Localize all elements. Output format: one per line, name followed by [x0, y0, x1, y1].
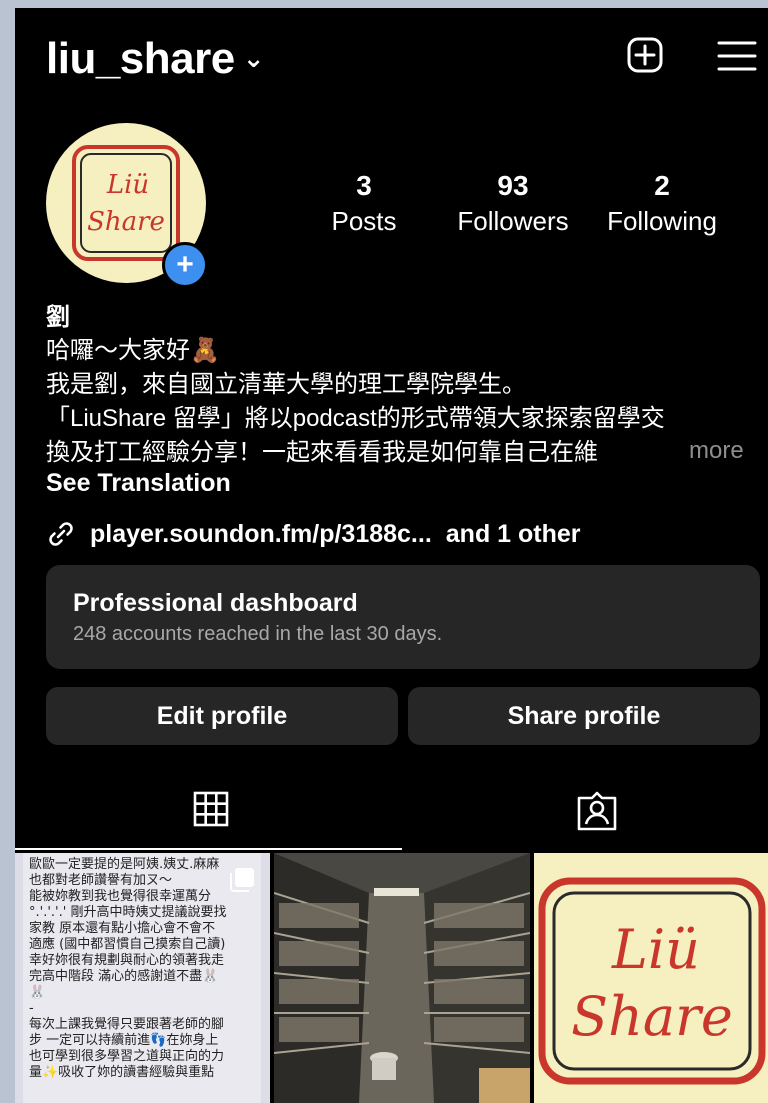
posts-stat[interactable]: 3 Posts: [289, 170, 439, 237]
profile-name: 劉: [46, 304, 70, 331]
professional-dashboard[interactable]: Professional dashboard 248 accounts reac…: [46, 565, 760, 669]
post-thumbnail[interactable]: 歐歐一定要提的是阿姨.姨丈.麻麻 也都對老師讚譽有加ㄡ～ 能被妳教到我也覺得很幸…: [15, 853, 270, 1103]
bio-line: 「LiuShare 留學」將以podcast的形式帶領大家探索留學交: [46, 405, 665, 432]
svg-text:Share: Share: [571, 985, 733, 1048]
plus-square-icon[interactable]: [627, 37, 663, 73]
link-icon: [49, 522, 73, 546]
edit-profile-button[interactable]: Edit profile: [46, 687, 398, 745]
followers-label: Followers: [457, 206, 569, 236]
share-profile-button[interactable]: Share profile: [408, 687, 760, 745]
posts-count: 3: [356, 170, 372, 201]
chevron-down-icon: ⌄: [242, 43, 265, 73]
followers-stat[interactable]: 93 Followers: [438, 170, 588, 237]
following-stat[interactable]: 2 Following: [587, 170, 737, 237]
hamburger-menu-icon[interactable]: [717, 40, 757, 72]
followers-count: 93: [497, 170, 529, 201]
following-count: 2: [654, 170, 670, 201]
bio-more-link[interactable]: more: [689, 437, 744, 465]
svg-text:Liü: Liü: [611, 918, 700, 981]
add-story-button[interactable]: +: [162, 242, 208, 288]
dashboard-subtitle: 248 accounts reached in the last 30 days…: [73, 623, 443, 645]
multiple-posts-icon: [230, 868, 254, 892]
link-extra: and 1 other: [445, 519, 581, 548]
account-switcher[interactable]: liu_share ⌄: [46, 34, 265, 84]
svg-text:Share: Share: [87, 207, 165, 237]
profile-header: liu_share ⌄: [15, 8, 768, 108]
library-photo: [274, 853, 530, 1103]
bio-link[interactable]: player.soundon.fm/p/3188c... and 1 other: [46, 514, 581, 554]
bio-line: 哈囉～大家好🧸: [46, 337, 220, 364]
bio-line: 換及打工經驗分享！一起來看看我是如何靠自己在維: [46, 439, 598, 466]
following-label: Following: [607, 206, 717, 236]
link-url: player.soundon.fm/p/3188c...: [90, 519, 432, 548]
profile-screen: liu_share ⌄ Liü Share + 3 Posts 93 Follow…: [15, 8, 768, 1103]
see-translation-link[interactable]: See Translation: [46, 469, 231, 498]
dashboard-title: Professional dashboard: [73, 589, 358, 617]
svg-text:Liü: Liü: [106, 170, 149, 200]
post-thumbnail-library[interactable]: [274, 853, 530, 1103]
posts-label: Posts: [331, 206, 397, 236]
tagged-person-icon[interactable]: [576, 791, 618, 831]
grid-icon[interactable]: [193, 791, 229, 827]
active-tab-indicator: [15, 848, 402, 850]
post-thumbnail-logo[interactable]: Liü Share: [534, 853, 768, 1103]
username: liu_share: [46, 34, 235, 83]
post-text: 歐歐一定要提的是阿姨.姨丈.麻麻 也都對老師讚譽有加ㄡ～ 能被妳教到我也覺得很幸…: [29, 857, 227, 1080]
liu-share-logo-post: Liü Share: [538, 877, 766, 1085]
bio-line: 我是劉，來自國立清華大學的理工學院學生。: [46, 371, 526, 398]
